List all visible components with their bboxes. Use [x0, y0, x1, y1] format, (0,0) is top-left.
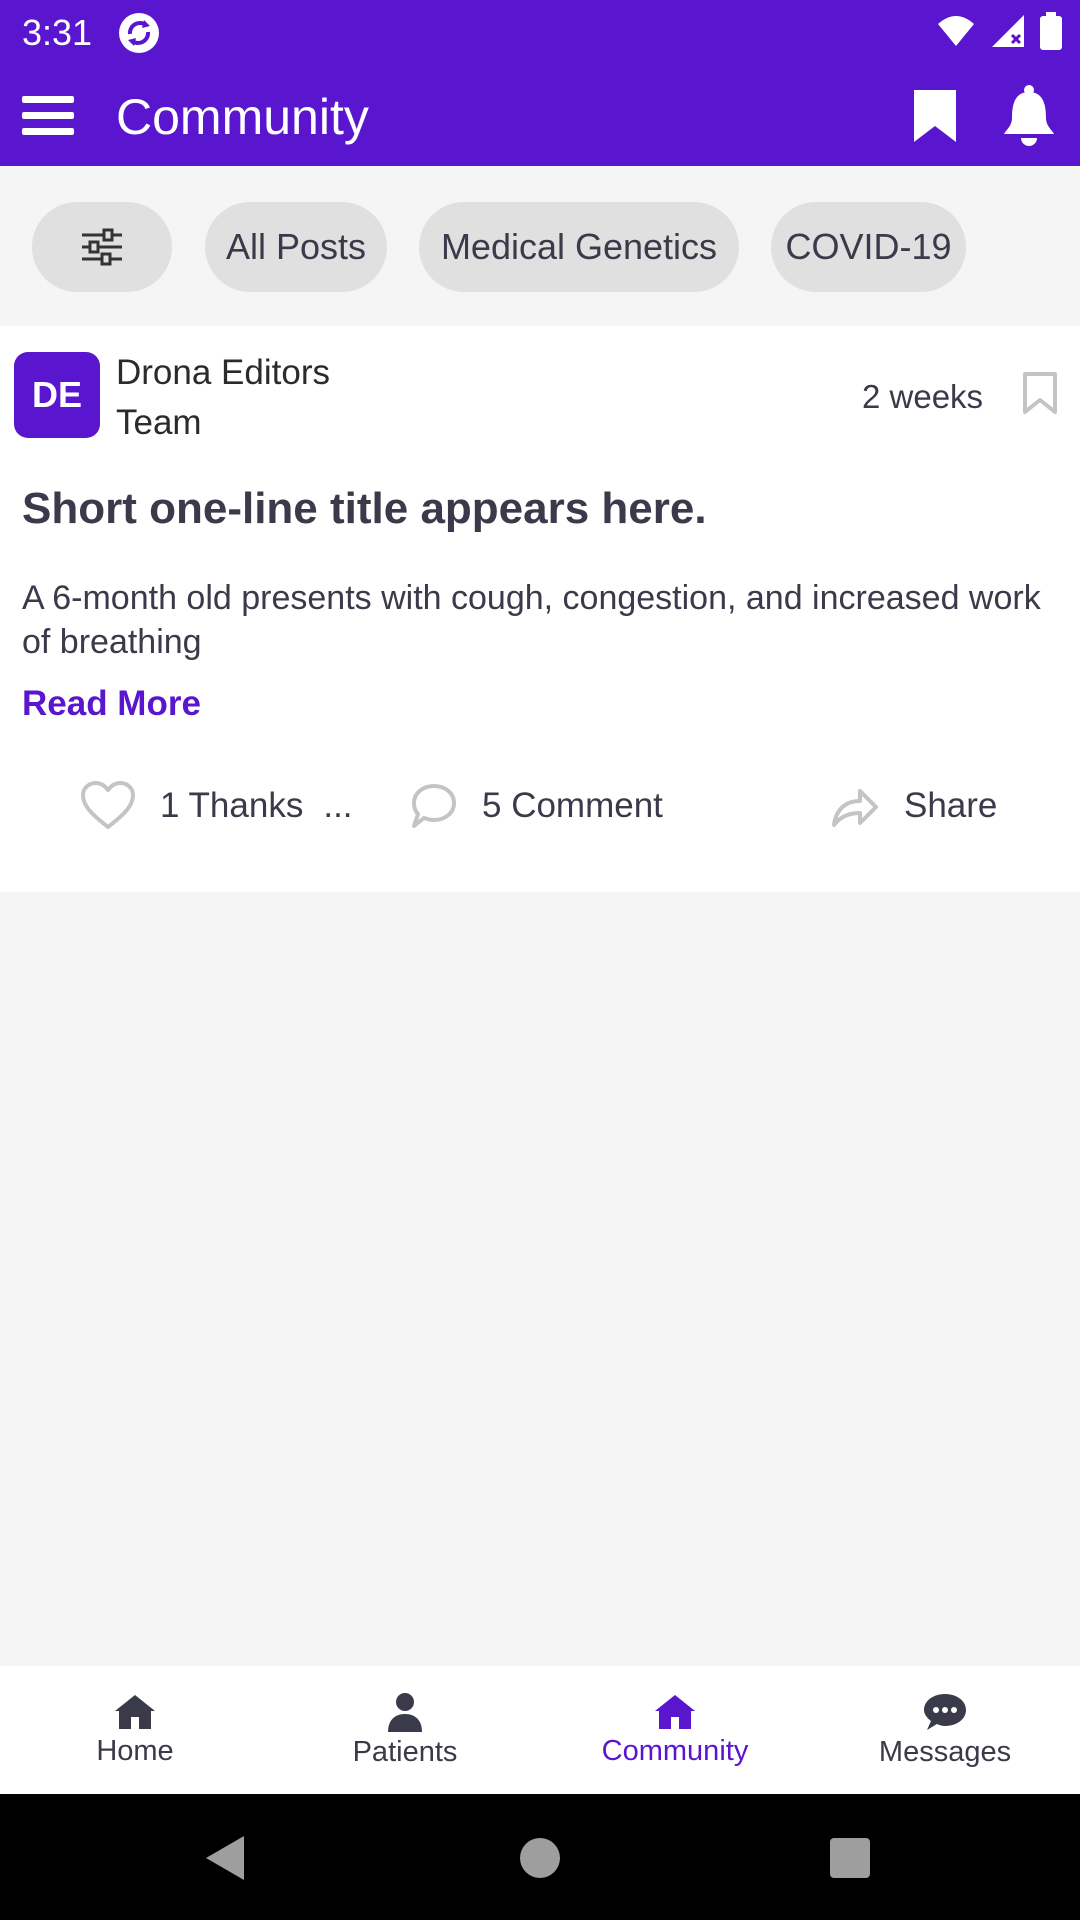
read-more-link[interactable]: Read More: [22, 684, 201, 724]
nav-messages[interactable]: Messages: [810, 1666, 1080, 1794]
comment-label: 5 Comment: [482, 786, 663, 825]
nav-community[interactable]: Community: [540, 1666, 810, 1794]
home-circle-icon[interactable]: [512, 1830, 568, 1886]
thanks-button[interactable]: 1 Thanks ...: [80, 776, 353, 836]
share-icon: [832, 789, 878, 827]
person-icon: [388, 1692, 422, 1732]
home-icon: [115, 1694, 155, 1729]
author-name-line1: Drona Editors: [116, 353, 330, 392]
author-name-line2: Team: [116, 403, 202, 442]
nav-patients[interactable]: Patients: [270, 1666, 540, 1794]
page-title: Community: [116, 89, 369, 145]
chat-bubble-icon: [924, 1693, 966, 1730]
status-icons: [936, 12, 1062, 50]
app-bar: Community: [0, 66, 1080, 166]
filter-settings-chip[interactable]: [32, 202, 172, 292]
comment-icon: [412, 784, 456, 828]
nav-messages-label: Messages: [878, 1735, 1012, 1768]
wifi-icon: [938, 16, 974, 46]
status-time: 3:31: [22, 12, 93, 53]
bell-icon[interactable]: [1000, 84, 1058, 148]
nav-home-label: Home: [96, 1734, 174, 1767]
sync-app-icon: [119, 13, 159, 53]
recents-icon[interactable]: [822, 1830, 878, 1886]
filter-chips: All Posts Medical Genetics COVID-19: [0, 166, 1080, 326]
share-label: Share: [904, 786, 998, 825]
nav-home[interactable]: Home: [0, 1666, 270, 1794]
heart-icon: [81, 781, 135, 829]
chip-covid-19[interactable]: COVID-19: [771, 202, 966, 292]
avatar: DE: [14, 352, 100, 438]
sliders-icon: [82, 228, 122, 266]
nav-patients-label: Patients: [352, 1735, 458, 1768]
thanks-label: 1 Thanks: [160, 786, 304, 825]
post-timestamp: 2 weeks: [862, 378, 984, 415]
post-body: A 6-month old presents with cough, conge…: [22, 579, 1041, 661]
author-name: Drona Editors Team: [116, 348, 416, 448]
post-card[interactable]: DE Drona Editors Team 2 weeks Short one-…: [0, 326, 1080, 892]
signal-icon: [992, 15, 1024, 47]
community-home-icon: [655, 1694, 695, 1729]
bottom-nav: Home Patients Community Messages: [0, 1666, 1080, 1794]
chip-medical-genetics[interactable]: Medical Genetics: [419, 202, 739, 292]
system-nav-bar: [0, 1794, 1080, 1920]
comment-button[interactable]: 5 Comment: [410, 776, 663, 836]
status-bar: 3:31: [0, 0, 1080, 66]
share-button[interactable]: Share: [830, 776, 997, 836]
battery-icon: [1040, 12, 1062, 50]
chip-all-posts[interactable]: All Posts: [205, 202, 387, 292]
post-title: Short one-line title appears here.: [22, 484, 707, 533]
post-bookmark-icon[interactable]: [1020, 370, 1060, 416]
back-icon[interactable]: [196, 1830, 252, 1886]
menu-icon[interactable]: [22, 94, 74, 138]
nav-community-label: Community: [601, 1734, 749, 1767]
bookmark-icon[interactable]: [910, 86, 960, 146]
thanks-more[interactable]: ...: [323, 786, 352, 826]
